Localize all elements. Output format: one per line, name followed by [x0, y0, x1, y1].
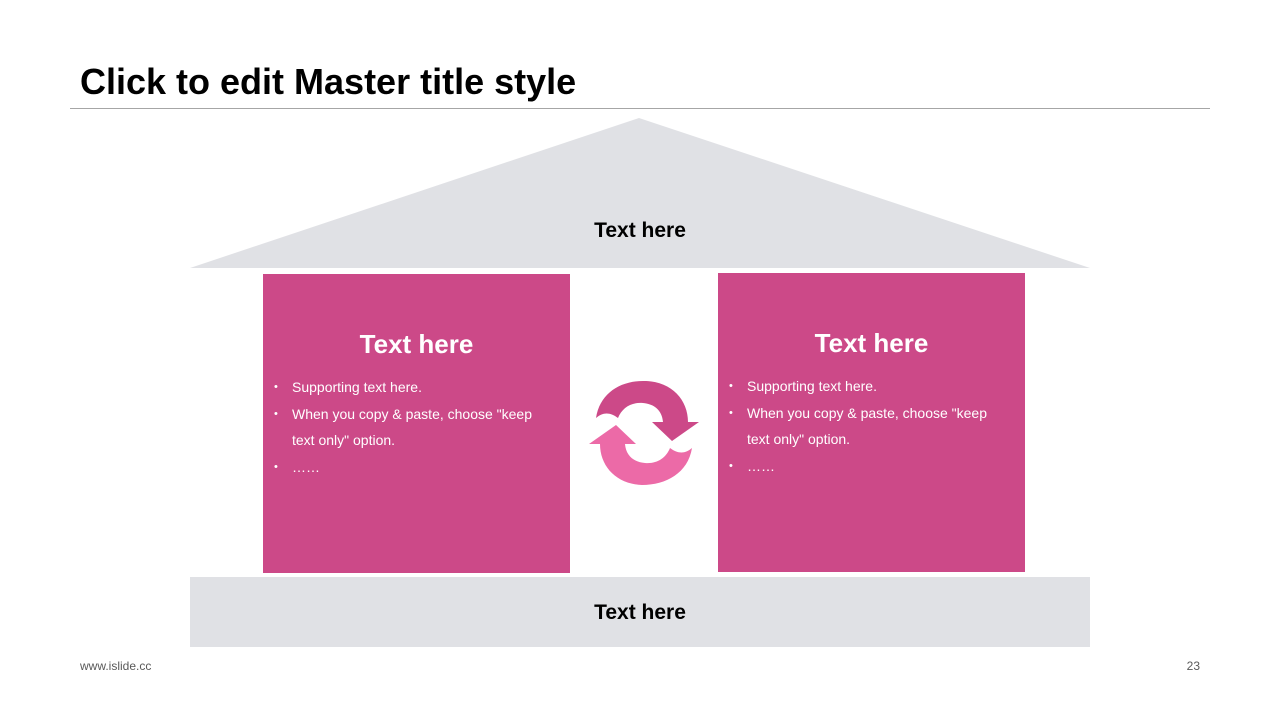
left-pillar[interactable]: Text here • Supporting text here. • When y…: [263, 274, 570, 573]
house-base[interactable]: Text here: [190, 577, 1090, 647]
list-item-text[interactable]: When you copy & paste, choose "keep text…: [747, 405, 987, 448]
roof-label[interactable]: Text here: [440, 218, 840, 244]
right-pillar-title[interactable]: Text here: [718, 327, 1025, 359]
footer-website: www.islide.cc: [80, 659, 152, 673]
right-pillar-list: • Supporting text here. • When you copy & …: [728, 373, 1013, 479]
bullet: •: [729, 459, 733, 472]
bullet: •: [729, 406, 733, 419]
bullet: •: [729, 380, 733, 392]
list-item-text[interactable]: ……: [747, 458, 775, 474]
list-item: • Supporting text here.: [273, 374, 558, 401]
list-item: • ……: [273, 454, 558, 481]
roof-shape: [190, 118, 1090, 268]
list-item-text[interactable]: ……: [292, 459, 320, 475]
bullet: •: [274, 381, 278, 393]
left-pillar-title[interactable]: Text here: [263, 328, 570, 360]
list-item: • ……: [728, 453, 1013, 480]
list-item: • When you copy & paste, choose "keep tex…: [273, 401, 558, 454]
list-item: • Supporting text here.: [728, 373, 1013, 400]
bullet: •: [274, 460, 278, 473]
base-label[interactable]: Text here: [190, 600, 1090, 626]
list-item: • When you copy & paste, choose "keep tex…: [728, 400, 1013, 453]
bullet: •: [274, 407, 278, 420]
page-number: 23: [1186, 659, 1200, 673]
slide: Click to edit Master title style Text he…: [0, 0, 1280, 720]
cycle-arrows-icon: [589, 380, 699, 485]
list-item-text[interactable]: When you copy & paste, choose "keep text…: [292, 406, 532, 449]
right-pillar[interactable]: Text here • Supporting text here. • When y…: [718, 273, 1025, 572]
list-item-text[interactable]: Supporting text here.: [292, 379, 422, 395]
list-item-text[interactable]: Supporting text here.: [747, 378, 877, 394]
left-pillar-list: • Supporting text here. • When you copy & …: [273, 374, 558, 480]
